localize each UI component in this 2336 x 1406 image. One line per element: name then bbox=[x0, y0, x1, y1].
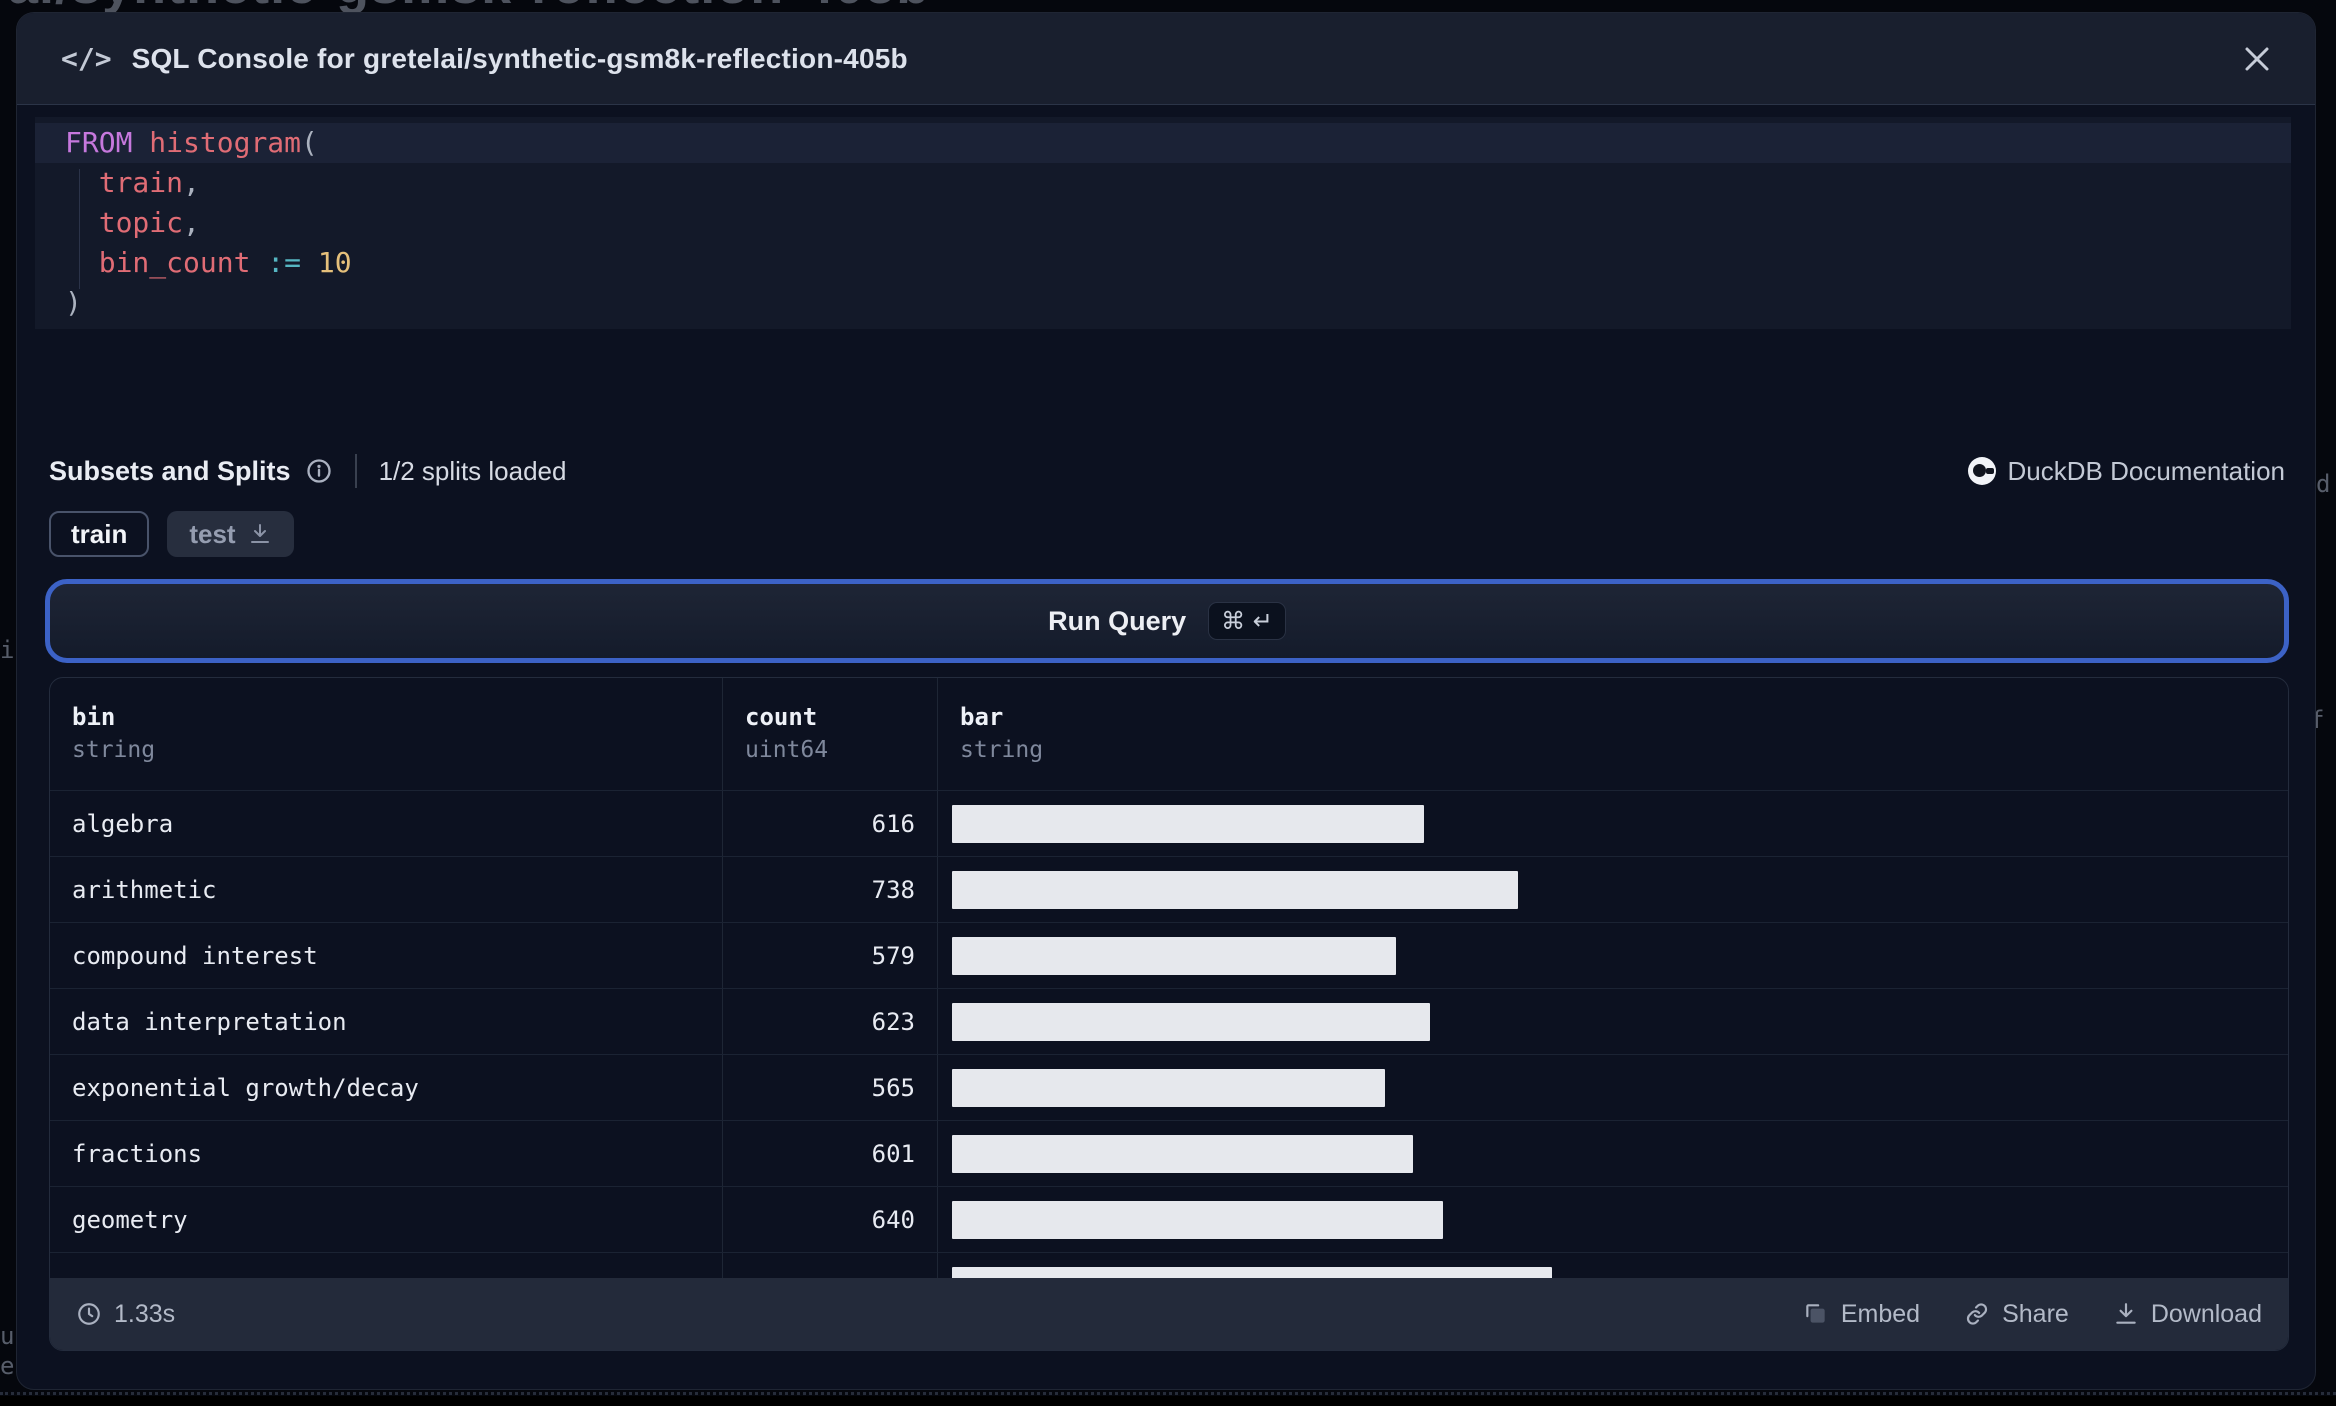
cell-count: 579 bbox=[722, 923, 937, 988]
code-line: train, bbox=[98, 166, 200, 199]
duckdb-documentation-link[interactable]: DuckDB Documentation bbox=[1967, 455, 2285, 487]
clock-icon bbox=[78, 1303, 100, 1325]
cell-bar bbox=[937, 1121, 2288, 1186]
subsets-and-splits-row: Subsets and Splits 1/2 splits loaded Duc… bbox=[49, 449, 2285, 493]
share-button[interactable]: Share bbox=[1964, 1300, 2069, 1329]
column-name: bin bbox=[72, 703, 116, 731]
cell-count: 601 bbox=[722, 1121, 937, 1186]
bar-rect bbox=[952, 936, 1396, 975]
table-row: compound interest 579 bbox=[50, 922, 2288, 988]
code-line: topic, bbox=[98, 206, 200, 239]
run-query-label: Run Query bbox=[1048, 605, 1187, 636]
info-icon[interactable] bbox=[305, 457, 333, 485]
column-header-count: count uint64 bbox=[722, 678, 937, 790]
bar-rect bbox=[952, 804, 1424, 843]
cell-bin: compound interest bbox=[72, 941, 318, 970]
query-duration: 1.33s bbox=[76, 1300, 175, 1329]
column-type: string bbox=[960, 737, 1044, 763]
divider bbox=[354, 454, 357, 488]
cell-bar bbox=[937, 857, 2288, 922]
cell-bin bbox=[50, 1253, 722, 1280]
split-label: test bbox=[189, 518, 236, 549]
splits-loaded-status: 1/2 splits loaded bbox=[378, 455, 567, 486]
cell-count: 616 bbox=[722, 791, 937, 856]
cell-bin: data interpretation bbox=[72, 1007, 347, 1036]
cell-bin: geometry bbox=[72, 1205, 188, 1234]
cell-bar bbox=[937, 791, 2288, 856]
backdrop-text-fragment: d bbox=[2316, 470, 2331, 498]
column-type: string bbox=[72, 737, 156, 763]
download-label: Download bbox=[2150, 1299, 2262, 1328]
share-link-icon bbox=[1967, 1303, 1988, 1325]
download-icon bbox=[250, 524, 269, 543]
download-icon bbox=[2116, 1303, 2136, 1324]
cell-bar bbox=[937, 989, 2288, 1054]
kbd-shortcut-badge: ⌘ ↵ bbox=[1208, 602, 1286, 640]
backdrop-page-title-clipped: ai/synthetic-gsm8k-reflection-405b bbox=[0, 0, 2336, 12]
column-name: bar bbox=[960, 703, 1004, 731]
cell-bin: algebra bbox=[72, 809, 174, 838]
split-button-train[interactable]: train bbox=[49, 511, 150, 557]
cell-count: 640 bbox=[722, 1187, 937, 1252]
code-line: FROM histogram( bbox=[35, 123, 2291, 163]
bar-rect bbox=[952, 1002, 1430, 1041]
backdrop-dashed-divider bbox=[0, 1392, 2336, 1395]
code-line: bin_count := 10 bbox=[98, 246, 352, 279]
cell-bar bbox=[937, 1187, 2288, 1252]
table-body: algebra 616 arithmetic 738 compound inte… bbox=[50, 790, 2288, 1280]
column-header-bin: bin string bbox=[50, 678, 722, 790]
duckdb-documentation-label: DuckDB Documentation bbox=[2007, 455, 2285, 486]
run-query-button[interactable]: Run Query ⌘ ↵ bbox=[45, 579, 2289, 663]
sql-console-modal: </> SQL Console for gretelai/synthetic-g… bbox=[16, 12, 2316, 1390]
table-row: geometry 640 bbox=[50, 1186, 2288, 1252]
code-icon: </> bbox=[61, 42, 112, 75]
cell-count: 565 bbox=[722, 1055, 937, 1120]
download-button[interactable]: Download bbox=[2113, 1300, 2262, 1329]
results-footer: 1.33s Embed Share Download bbox=[50, 1278, 2288, 1350]
cell-bar bbox=[937, 1253, 2288, 1280]
modal-header: </> SQL Console for gretelai/synthetic-g… bbox=[17, 13, 2315, 105]
bar-rect bbox=[952, 870, 1518, 909]
table-row: data interpretation 623 bbox=[50, 988, 2288, 1054]
cell-bin: fractions bbox=[72, 1139, 203, 1168]
bar-rect bbox=[952, 1200, 1443, 1239]
bar-rect bbox=[952, 1068, 1385, 1107]
cell-count: 738 bbox=[722, 857, 937, 922]
subsets-title: Subsets and Splits bbox=[49, 455, 291, 486]
cell-count bbox=[722, 1253, 937, 1280]
share-label: Share bbox=[2002, 1299, 2069, 1328]
cell-count: 623 bbox=[722, 989, 937, 1054]
embed-label: Embed bbox=[1840, 1299, 1921, 1328]
embed-button[interactable]: Embed bbox=[1803, 1300, 1920, 1329]
table-row: fractions 601 bbox=[50, 1120, 2288, 1186]
table-header-row: bin string count uint64 bar string bbox=[50, 678, 2288, 790]
column-type: uint64 bbox=[745, 737, 829, 763]
bar-rect bbox=[952, 1134, 1413, 1173]
modal-title: SQL Console for gretelai/synthetic-gsm8k… bbox=[131, 42, 908, 74]
sql-editor[interactable]: FROM histogram( train, topic, bin_count … bbox=[35, 117, 2291, 329]
table-row-partial bbox=[50, 1252, 2288, 1280]
splits-buttons: train test bbox=[49, 511, 294, 557]
close-icon bbox=[2245, 47, 2269, 71]
cell-bar bbox=[937, 923, 2288, 988]
table-row: arithmetic 738 bbox=[50, 856, 2288, 922]
duration-value: 1.33s bbox=[114, 1299, 176, 1328]
split-button-test[interactable]: test bbox=[167, 511, 294, 557]
code-line: ) bbox=[65, 286, 82, 319]
footer-actions: Embed Share Download bbox=[1803, 1300, 2262, 1329]
split-label: train bbox=[71, 518, 128, 549]
results-panel: bin string count uint64 bar string algeb… bbox=[49, 677, 2289, 1351]
duckdb-icon bbox=[1967, 457, 1996, 485]
cell-bin: arithmetic bbox=[72, 875, 217, 904]
table-row: exponential growth/decay 565 bbox=[50, 1054, 2288, 1120]
close-button[interactable] bbox=[2233, 35, 2281, 83]
column-name: count bbox=[745, 703, 818, 731]
embed-icon bbox=[1806, 1304, 1825, 1323]
table-row: algebra 616 bbox=[50, 790, 2288, 856]
cell-bar bbox=[937, 1055, 2288, 1120]
backdrop-bottom-strip bbox=[0, 1396, 2336, 1406]
column-header-bar: bar string bbox=[937, 678, 2288, 790]
cell-bin: exponential growth/decay bbox=[72, 1073, 419, 1102]
